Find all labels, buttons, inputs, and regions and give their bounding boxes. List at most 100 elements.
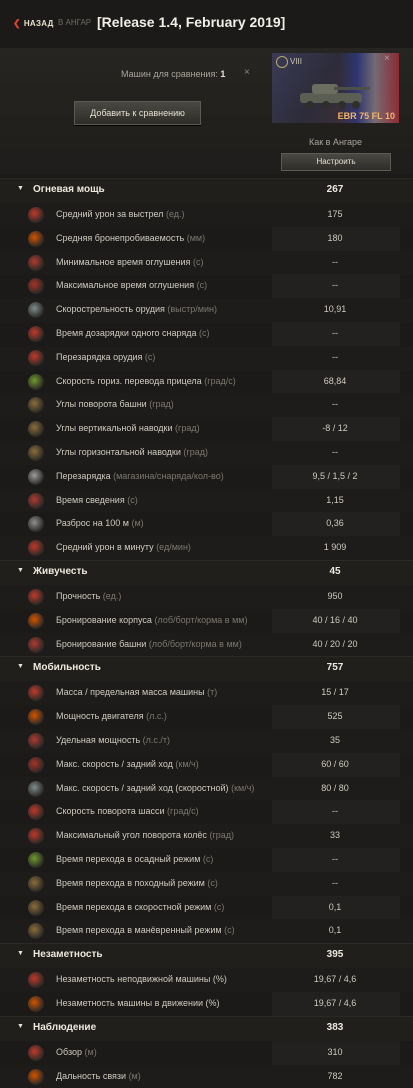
stat-value: 525	[275, 711, 395, 721]
stat-label-text: Углы вертикальной наводки	[56, 423, 173, 433]
magazine-reload-icon	[28, 469, 44, 485]
stat-value: 40 / 20 / 20	[275, 639, 395, 649]
stat-value: --	[275, 447, 395, 457]
stat-label-text: Скорость поворота шасси	[56, 806, 165, 816]
release-caption: [Release 1.4, February 2019]	[97, 14, 285, 30]
stat-unit: (град)	[209, 830, 234, 840]
stat-unit: (град/с)	[167, 806, 199, 816]
collapse-chevron-icon[interactable]: ▼	[17, 567, 24, 574]
stat-label: Дальность связи (м)	[56, 1071, 141, 1081]
stat-unit: (т)	[207, 687, 217, 697]
remove-tank-icon[interactable]: ×	[384, 53, 390, 64]
stat-label-text: Незаметность неподвижной машины (%)	[56, 974, 227, 984]
stat-label: Удельная мощность (л.с./т)	[56, 735, 170, 745]
clear-compare-icon[interactable]: ×	[244, 67, 250, 78]
stat-row: Время сведения (с)1,15	[0, 489, 413, 513]
stat-unit: (ед.)	[103, 591, 122, 601]
stat-row: Время перехода в походный режим (с) --	[0, 872, 413, 896]
stat-row: Время перехода в скоростной режим (с)0,1	[0, 896, 413, 920]
stat-label-text: Мощность двигателя	[56, 711, 144, 721]
stat-row: Макс. скорость / задний ход (км/ч)60 / 6…	[0, 753, 413, 777]
stat-label-text: Время перехода в осадный режим	[56, 854, 200, 864]
stat-value: 782	[275, 1071, 395, 1081]
stat-value: 19,67 / 4,6	[275, 998, 395, 1008]
stat-value: 1 909	[275, 542, 395, 552]
collapse-chevron-icon[interactable]: ▼	[17, 950, 24, 957]
add-to-compare-button[interactable]: Добавить к сравнению	[74, 101, 201, 125]
stat-row: Минимальное время оглушения (с)--	[0, 251, 413, 275]
section-header[interactable]: ▼Наблюдение383	[0, 1016, 413, 1041]
section-label: Огневая мощь	[33, 184, 105, 195]
stat-label-text: Макс. скорость / задний ход (скоростной)	[56, 783, 229, 793]
stat-value: --	[275, 257, 395, 267]
stat-label-text: Время перехода в скоростной режим	[56, 902, 211, 912]
stat-value: 33	[275, 830, 395, 840]
stat-label: Незаметность машины в движении (%)	[56, 998, 220, 1008]
stat-value: 950	[275, 591, 395, 601]
stat-label-text: Время дозарядки одного снаряда	[56, 328, 197, 338]
stat-value: --	[275, 352, 395, 362]
stat-value: 0,1	[275, 925, 395, 935]
back-button[interactable]: ❮НАЗАД	[13, 18, 54, 29]
stat-value: --	[275, 399, 395, 409]
dpm-icon	[28, 540, 44, 556]
stat-row: Мощность двигателя (л.с.)525	[0, 705, 413, 729]
tank-setup-label: Как в Ангаре	[272, 137, 399, 147]
stat-label: Скорострельность орудия (выстр/мин)	[56, 304, 217, 314]
stat-unit: (с)	[214, 902, 225, 912]
stat-unit: (с)	[145, 352, 156, 362]
stat-value: 175	[275, 209, 395, 219]
stat-row: Средний урон за выстрел (ед.)175	[0, 203, 413, 227]
section-header[interactable]: ▼Огневая мощь267	[0, 178, 413, 203]
stat-value: 68,84	[275, 376, 395, 386]
stat-label: Углы поворота башни (град)	[56, 399, 174, 409]
stat-value: 1,15	[275, 495, 395, 505]
stat-label: Время перехода в походный режим (с)	[56, 878, 218, 888]
tune-button[interactable]: Настроить	[281, 153, 391, 171]
stat-value: -8 / 12	[275, 423, 395, 433]
stat-label-text: Перезарядка орудия	[56, 352, 142, 362]
turret-angle-icon	[28, 397, 44, 413]
travel-mode-icon	[28, 876, 44, 892]
stat-label: Скорость гориз. перевода прицела (град/с…	[56, 376, 236, 386]
collapse-chevron-icon[interactable]: ▼	[17, 663, 24, 670]
section-header[interactable]: ▼Незаметность395	[0, 943, 413, 968]
stat-unit: (м)	[129, 1071, 141, 1081]
compare-count-label: Машин для сравнения:	[121, 69, 218, 79]
stat-unit: (км/ч)	[231, 783, 254, 793]
stat-row: Прочность (ед.)950	[0, 585, 413, 609]
stat-label: Углы горизонтальной наводки (град)	[56, 447, 208, 457]
section-header[interactable]: ▼Мобильность757	[0, 656, 413, 681]
section-value: 45	[275, 566, 395, 577]
stat-row: Время перехода в манёвренный режим (с)0,…	[0, 919, 413, 943]
stat-row: Время перехода в осадный режим (с)--	[0, 848, 413, 872]
stat-label: Средний урон в минуту (ед/мин)	[56, 542, 191, 552]
stat-value: 60 / 60	[275, 759, 395, 769]
stat-label: Обзор (м)	[56, 1047, 97, 1057]
section-value: 383	[275, 1022, 395, 1033]
reload-icon	[28, 350, 44, 366]
engine-icon	[28, 709, 44, 725]
stat-label: Незаметность неподвижной машины (%)	[56, 974, 227, 984]
stat-row: Углы горизонтальной наводки (град) --	[0, 441, 413, 465]
stat-row: Скорость поворота шасси (град/с)--	[0, 800, 413, 824]
stat-unit: (мм)	[187, 233, 205, 243]
collapse-chevron-icon[interactable]: ▼	[17, 185, 24, 192]
stat-value: 9,5 / 1,5 / 2	[275, 471, 395, 481]
shell-reload-icon	[28, 326, 44, 342]
stat-label-text: Максимальное время оглушения	[56, 280, 194, 290]
stat-unit: (магазина/снаряда/кол-во)	[113, 471, 224, 481]
stat-label: Макс. скорость / задний ход (скоростной)…	[56, 783, 254, 793]
collapse-chevron-icon[interactable]: ▼	[17, 1023, 24, 1030]
stat-label: Время дозарядки одного снаряда (с)	[56, 328, 210, 338]
stat-value: --	[275, 878, 395, 888]
stat-unit: (град/с)	[204, 376, 236, 386]
aim-time-icon	[28, 493, 44, 509]
section-header[interactable]: ▼Живучесть45	[0, 560, 413, 585]
stat-label: Максимальный угол поворота колёс (град)	[56, 830, 234, 840]
stat-label: Масса / предельная масса машины (т)	[56, 687, 217, 697]
hull-traverse-icon	[28, 804, 44, 820]
view-range-icon	[28, 1045, 44, 1061]
section-value: 395	[275, 949, 395, 960]
stat-label: Средняя бронепробиваемость (мм)	[56, 233, 205, 243]
